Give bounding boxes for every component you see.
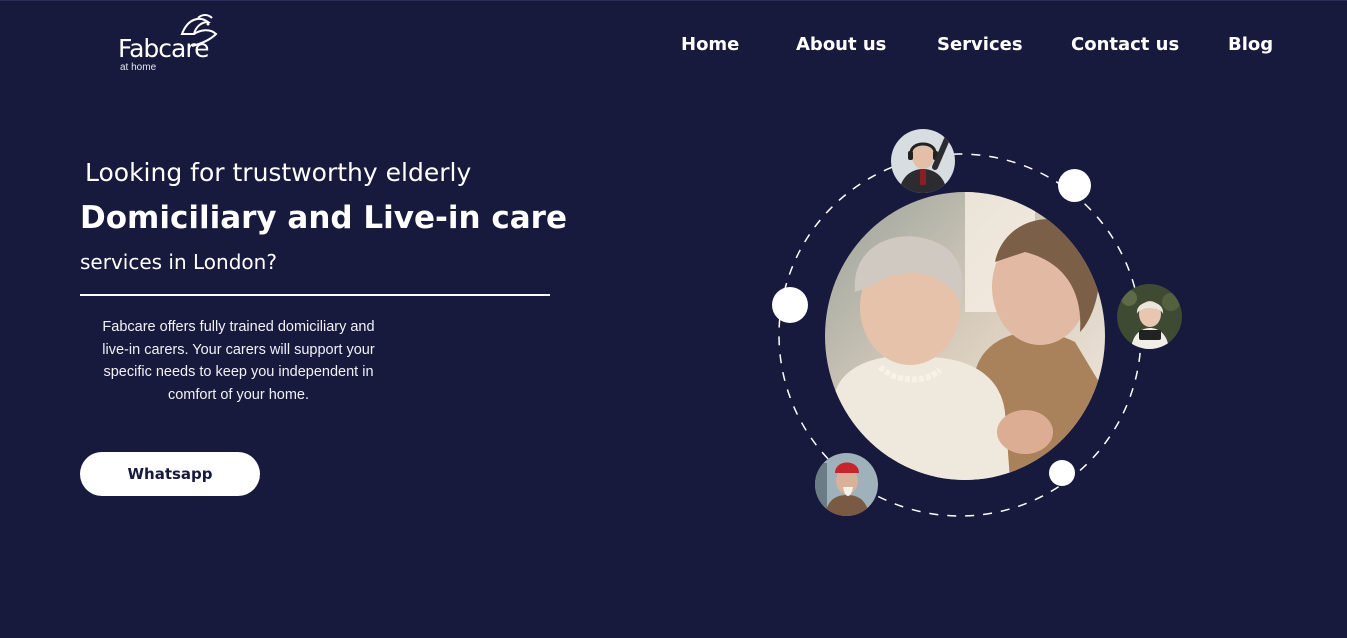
thumb-elderly-woman-with-camera [1117,284,1182,349]
hero-photo-carer-and-elderly-woman [825,192,1105,480]
orbit-dot [1058,169,1091,202]
thumb-elderly-man-with-headphones [891,129,955,193]
orbit-dot [1049,460,1075,486]
orbit-dot [772,287,808,323]
thumb-elderly-man-in-red-hat [815,453,878,516]
